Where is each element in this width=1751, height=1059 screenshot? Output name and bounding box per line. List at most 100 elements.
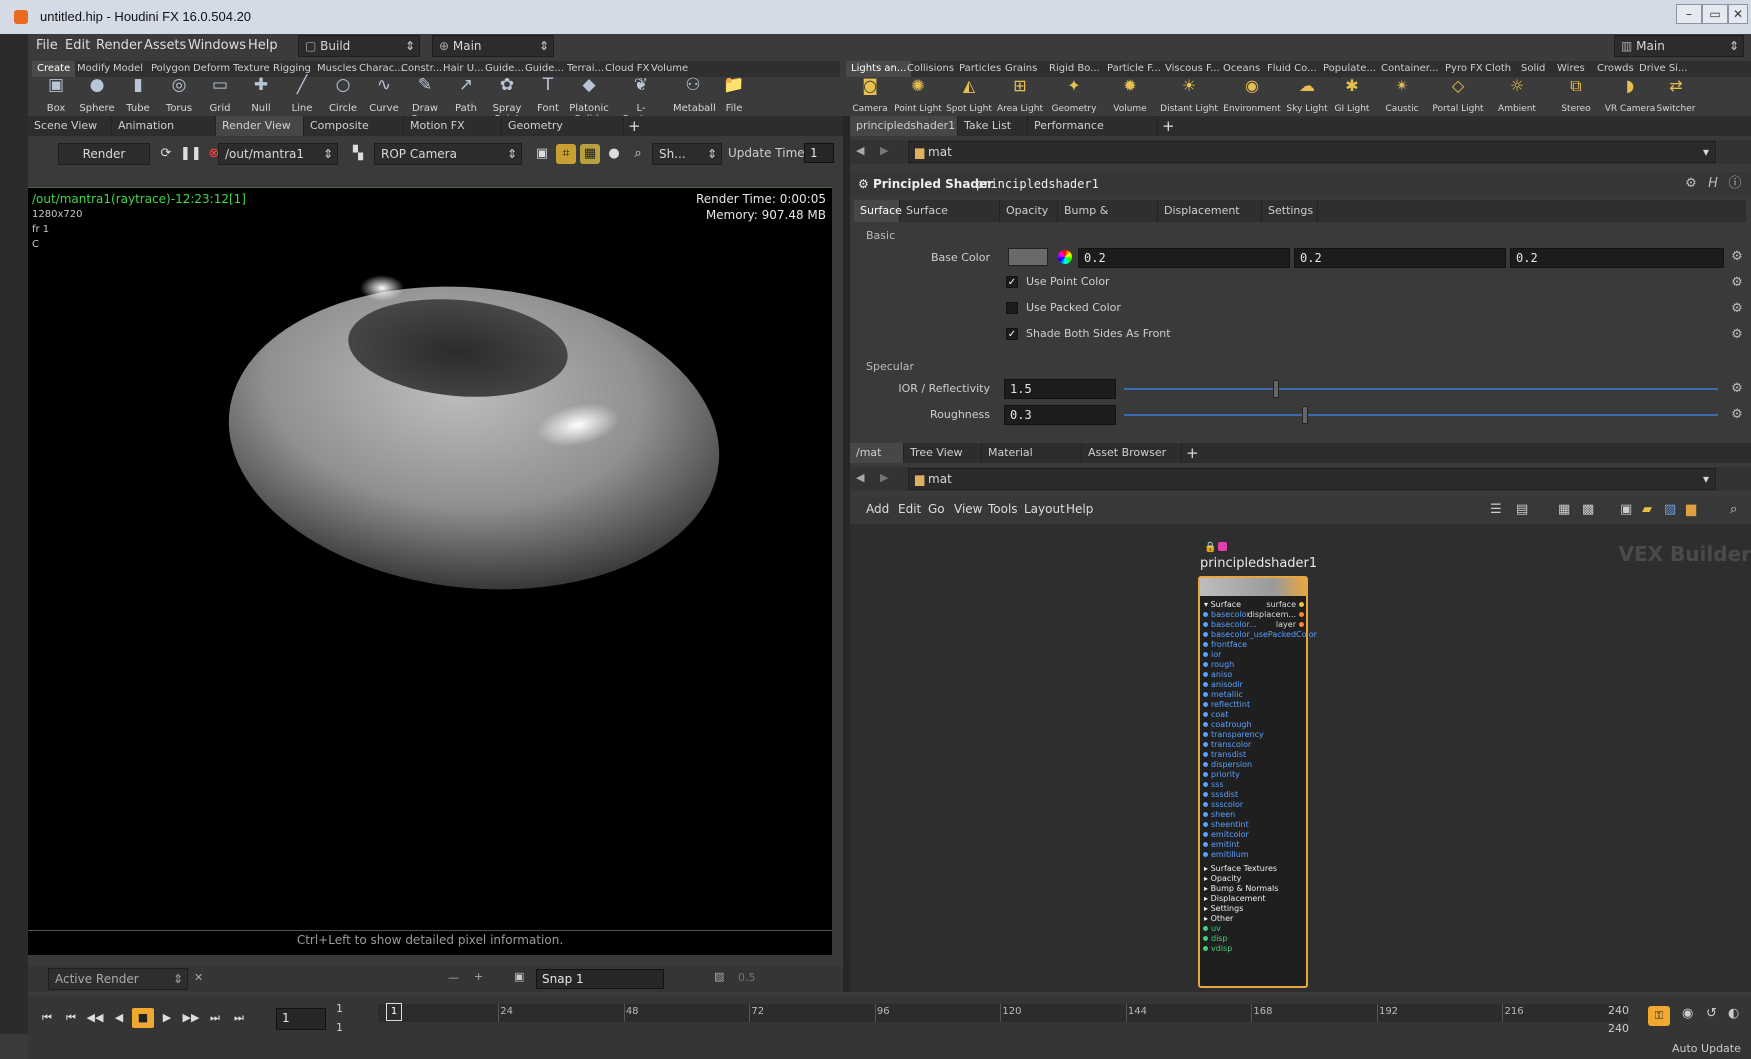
shelf-tab-solid-13[interactable]: Solid — [1516, 61, 1550, 77]
menu-edit[interactable]: Edit — [65, 36, 90, 56]
shelf-tab-particle-f-5[interactable]: Particle F... — [1102, 61, 1166, 77]
tool-file[interactable]: 📁 File — [714, 77, 754, 115]
start-frame[interactable]: 1 — [336, 1002, 343, 1015]
use-packed-color-gear-icon[interactable]: ⚙ — [1730, 302, 1744, 316]
tool-tube[interactable]: ▮ Tube — [118, 77, 158, 115]
shader-tab-bump-normals[interactable]: Bump & Normals — [1058, 200, 1158, 239]
shelf-tab-populate-9[interactable]: Populate... — [1318, 61, 1381, 77]
add-tab-icon[interactable]: + — [628, 116, 641, 136]
node-lock-icon[interactable]: 🔒 — [1204, 542, 1216, 553]
node-flag-icon[interactable] — [1218, 542, 1227, 551]
preview-icon[interactable]: ▣ — [532, 144, 552, 164]
ior-slider-handle[interactable] — [1272, 380, 1279, 398]
node-input-priority[interactable]: priority — [1203, 770, 1317, 780]
ior-field[interactable]: 1.5 — [1004, 379, 1116, 399]
node-input-ssscolor[interactable]: ssscolor — [1203, 800, 1317, 810]
tool-torus[interactable]: ◎ Torus — [159, 77, 199, 115]
node-input-emitcolor[interactable]: emitcolor — [1203, 830, 1317, 840]
sticky-note-icon[interactable]: ▰ — [1642, 502, 1652, 517]
play-reverse-icon[interactable]: ◀ — [108, 1008, 130, 1028]
end-frame-2[interactable]: 240 — [1608, 1022, 1629, 1035]
image-icon[interactable]: ▣ — [1620, 502, 1632, 517]
node-input-transdist[interactable]: transdist — [1203, 750, 1317, 760]
tab-geometry-spreadsheet[interactable]: Geometry Spreadsheet× — [502, 116, 624, 152]
node-input-sheen[interactable]: sheen — [1203, 810, 1317, 820]
network-menu-view[interactable]: View — [954, 502, 982, 516]
zoom-icon[interactable]: ⌕ — [628, 144, 648, 164]
tab-composite-view[interactable]: Composite View× — [304, 116, 404, 152]
tool-spot-light[interactable]: ◭ Spot Light — [944, 78, 994, 115]
next-key-icon[interactable]: ⏭ — [204, 1008, 226, 1028]
compare-icon[interactable]: ▧ — [714, 970, 724, 983]
param-path-field[interactable]: ▆ mat ▾ — [908, 141, 1716, 163]
jump-end-icon[interactable]: ⏭ — [228, 1008, 250, 1028]
minimize-icon[interactable]: – — [1676, 4, 1702, 24]
realtime-icon[interactable]: ◉ — [1682, 1006, 1693, 1021]
tool-area-light[interactable]: ⊞ Area Light — [994, 78, 1046, 115]
camera-snap-icon[interactable]: ▣ — [514, 970, 524, 983]
menu-help[interactable]: Help — [248, 36, 278, 56]
tab-take-list[interactable]: Take List× — [958, 116, 1028, 152]
roughness-field[interactable]: 0.3 — [1004, 405, 1116, 425]
network-menu-layout[interactable]: Layout — [1024, 502, 1065, 516]
tool-null[interactable]: ✚ Null — [241, 77, 281, 115]
tool-path[interactable]: ↗ Path — [446, 77, 486, 115]
checker-icon[interactable]: ▦ — [580, 144, 600, 164]
tool-sphere[interactable]: ● Sphere — [77, 77, 117, 115]
active-render-select[interactable]: Active Render ⇕ — [48, 968, 188, 990]
current-frame-field[interactable]: 1 — [276, 1008, 326, 1030]
network-editor[interactable]: VEX Builder 🔒 principledshader1 ▾ Surfac… — [850, 524, 1751, 992]
network-menu-add[interactable]: Add — [866, 502, 889, 516]
network-forward-icon[interactable]: ▶ — [880, 471, 888, 484]
tab-tree-view[interactable]: Tree View× — [904, 443, 982, 479]
tab-principledshader1[interactable]: principledshader1× — [850, 116, 958, 152]
node-section-other[interactable]: ▸ Other — [1204, 914, 1278, 924]
audio-icon[interactable]: ◐ — [1728, 1006, 1739, 1021]
close-icon[interactable]: ✕ — [1728, 4, 1748, 24]
tool-curve[interactable]: ∿ Curve — [364, 77, 404, 115]
rop-node-icon[interactable]: ▚ — [348, 144, 368, 164]
context-select[interactable]: ⊕ Main ⇕ — [432, 35, 554, 57]
roughness-slider[interactable] — [1124, 414, 1718, 416]
shelf-tab-rigging-6[interactable]: Rigging — [268, 61, 316, 77]
shelf-tab-container-10[interactable]: Container... — [1376, 61, 1444, 77]
node-input-sheentint[interactable]: sheentint — [1203, 820, 1317, 830]
tool-switcher[interactable]: ⇄ Switcher — [1656, 78, 1696, 115]
node-input-aniso[interactable]: aniso — [1203, 670, 1317, 680]
jump-start-icon[interactable]: ⏮ — [36, 1008, 58, 1028]
network-menu-help[interactable]: Help — [1066, 502, 1093, 516]
shelf-tab-fluid-co-8[interactable]: Fluid Co... — [1262, 61, 1322, 77]
tool-gi-light[interactable]: ✱ GI Light — [1330, 78, 1374, 115]
tool-line[interactable]: ╱ Line — [282, 77, 322, 115]
shelf-tab-collisions-1[interactable]: Collisions — [902, 61, 959, 77]
tool-portal-light[interactable]: ◇ Portal Light — [1430, 78, 1486, 115]
roughness-slider-handle[interactable] — [1302, 406, 1309, 424]
gear-icon[interactable]: ⚙ — [1684, 177, 1698, 191]
play-icon[interactable]: ▶ — [156, 1008, 178, 1028]
tab-animation-editor[interactable]: Animation Editor× — [112, 116, 216, 152]
maximize-icon[interactable]: ▭ — [1702, 4, 1728, 24]
node-input-emitillum[interactable]: emitillum — [1203, 850, 1317, 860]
shade-both-sides-gear-icon[interactable]: ⚙ — [1730, 328, 1744, 342]
info-icon[interactable]: ⓘ — [1728, 177, 1742, 191]
pane-splitter[interactable] — [843, 116, 850, 992]
tool-point-light[interactable]: ✺ Point Light — [892, 78, 944, 115]
network-path-field[interactable]: ▆ mat ▾ — [908, 468, 1716, 490]
node-input-transparency[interactable]: transparency — [1203, 730, 1317, 740]
tab-performance-monitor[interactable]: Performance Monitor× — [1028, 116, 1158, 152]
node-input-dispersion[interactable]: dispersion — [1203, 760, 1317, 770]
base-color-r[interactable]: 0.2 — [1078, 248, 1290, 268]
network-menu-edit[interactable]: Edit — [898, 502, 921, 516]
shader-tab-surface[interactable]: Surface — [854, 200, 902, 222]
shader-tab-settings[interactable]: Settings — [1262, 200, 1318, 222]
menu-render[interactable]: Render — [96, 36, 142, 56]
roughness-gear-icon[interactable]: ⚙ — [1730, 408, 1744, 422]
node-section-displacement[interactable]: ▸ Displacement — [1204, 894, 1278, 904]
stop-icon[interactable]: ■ — [132, 1008, 154, 1028]
layout-rows-icon[interactable]: ▤ — [1516, 502, 1528, 517]
base-color-b[interactable]: 0.2 — [1510, 248, 1724, 268]
node-output-surface[interactable]: surface — [1248, 600, 1304, 610]
shelf-tab-grains-3[interactable]: Grains — [1000, 61, 1042, 77]
shader-tab-displacement[interactable]: Displacement — [1158, 200, 1262, 222]
snap-field[interactable]: Snap 1 — [536, 969, 664, 989]
